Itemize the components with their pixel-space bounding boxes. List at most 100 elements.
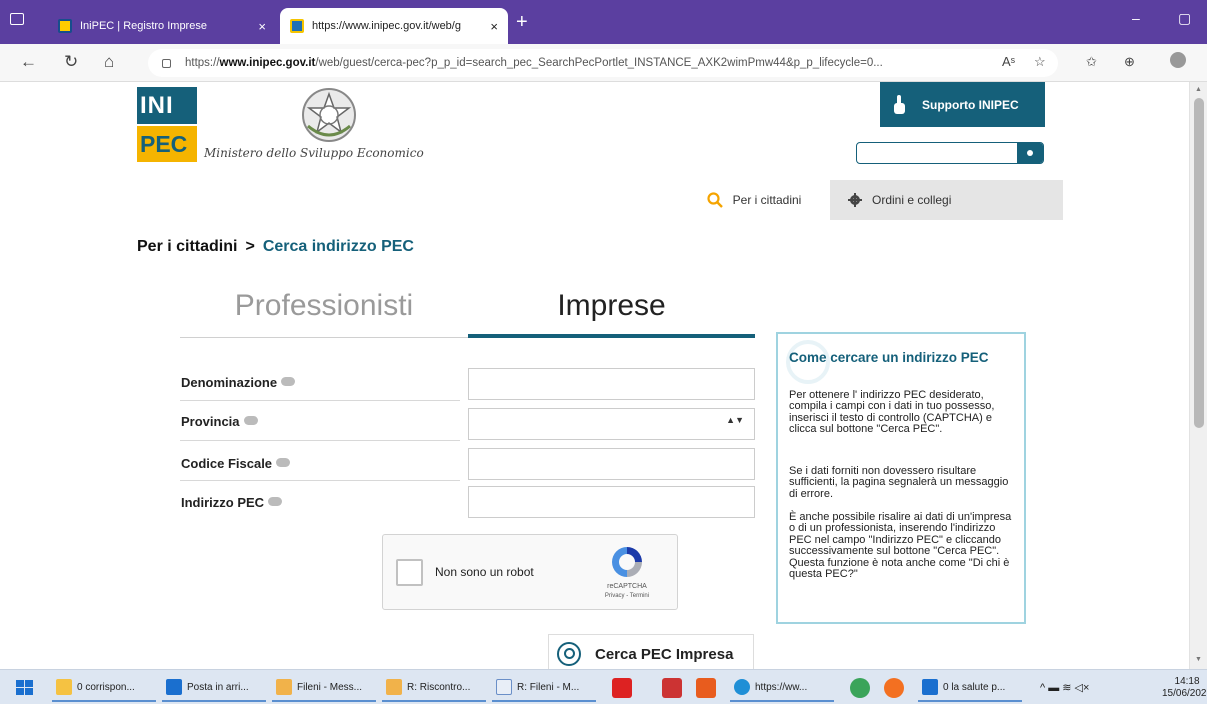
support-label: Supporto INIPEC [922, 97, 1019, 112]
windows-start-icon[interactable] [16, 680, 34, 696]
breadcrumb-parent[interactable]: Per i cittadini [137, 238, 237, 255]
cerca-pec-impresa-button[interactable]: Cerca PEC Impresa [548, 634, 754, 669]
taskbar-item-outlook[interactable]: Posta in arri... [162, 674, 266, 702]
help-box: Come cercare un indirizzo PEC Per ottene… [776, 332, 1026, 624]
restore-button[interactable]: ▢ [1178, 10, 1191, 27]
page-content: INI PEC Ministero dello Sviluppo Economi… [0, 82, 1207, 669]
tab-inipec-registro[interactable]: IniPEC | Registro Imprese × [48, 8, 276, 44]
mail-icon [276, 679, 292, 695]
search-icon [557, 642, 581, 666]
site-search-input[interactable] [856, 142, 1044, 164]
codice-fiscale-label: Codice Fiscale [181, 456, 291, 471]
mail-reply-icon [496, 679, 512, 695]
outlook-icon [166, 679, 182, 695]
divider [180, 400, 460, 401]
gear-icon [848, 193, 862, 207]
search-icon [707, 192, 723, 208]
help-paragraph-2: Se i dati forniti non dovessero risultar… [789, 465, 1009, 500]
taskbar-item-explorer[interactable]: 0 corrispon... [52, 674, 156, 702]
tab-imprese[interactable]: Imprese [468, 282, 755, 338]
logo-ini[interactable]: INI [137, 87, 197, 124]
url-path: /web/guest/cerca-pec?p_p_id=search_pec_S… [315, 57, 883, 69]
scroll-up-icon[interactable]: ▲ [1195, 86, 1202, 93]
outlook-icon [922, 679, 938, 695]
help-title: Come cercare un indirizzo PEC [789, 350, 989, 365]
minimize-button[interactable]: – [1132, 10, 1140, 26]
app-icon[interactable] [696, 678, 716, 698]
menu-item-orders[interactable]: Ordini e collegi [830, 180, 1063, 220]
taskbar-item-mail-3[interactable]: R: Fileni - M... [492, 674, 596, 702]
taskbar-item-mail-1[interactable]: Fileni - Mess... [272, 674, 376, 702]
reload-icon[interactable]: ↻ [64, 52, 78, 72]
app-icon[interactable] [612, 678, 632, 698]
help-paragraph-3: È anche possibile risalire ai dati di un… [789, 511, 1012, 581]
url-prefix: https:// [185, 57, 220, 69]
chrome-icon[interactable] [850, 678, 870, 698]
site-search-button[interactable] [1017, 143, 1043, 163]
favorites-icon[interactable]: ✩ [1086, 54, 1097, 70]
home-icon[interactable]: ⌂ [104, 52, 114, 72]
new-tab-button[interactable]: + [516, 12, 528, 32]
profile-avatar[interactable] [1170, 52, 1186, 68]
clock-date: 15/06/2022 [1162, 688, 1207, 699]
add-favorite-icon[interactable]: ☆ [1034, 54, 1046, 70]
indirizzo-pec-input[interactable] [468, 486, 755, 518]
site-favicon-icon [290, 19, 304, 33]
browser-toolbar: ← ↻ ⌂ https://www.inipec.gov.it/web/gues… [0, 44, 1207, 82]
denominazione-input[interactable] [468, 368, 755, 400]
tab-professionisti[interactable]: Professionisti [180, 282, 468, 338]
taskbar: 0 corrispon... Posta in arri... Fileni -… [0, 669, 1207, 704]
italian-emblem-icon [302, 88, 356, 142]
ministry-name: Ministero dello Sviluppo Economico [204, 146, 424, 160]
page-scrollbar[interactable]: ▲ ▼ [1189, 82, 1207, 669]
info-icon[interactable] [268, 497, 283, 506]
read-aloud-icon[interactable]: Aˢ [1002, 54, 1015, 69]
back-icon[interactable]: ← [20, 52, 37, 72]
info-icon[interactable] [281, 377, 296, 386]
tab-close-icon[interactable]: × [490, 19, 498, 34]
menu-item-citizens[interactable]: Per i cittadini [678, 180, 830, 220]
clock-time: 14:18 [1174, 676, 1200, 687]
provincia-label: Provincia [181, 414, 258, 429]
scrollbar-thumb[interactable] [1194, 98, 1204, 428]
logo-pec[interactable]: PEC [137, 126, 197, 162]
firefox-icon[interactable] [884, 678, 904, 698]
tab-title: IniPEC | Registro Imprese [80, 20, 207, 32]
recaptcha-label: Non sono un robot [435, 565, 534, 579]
app-icon[interactable] [662, 678, 682, 698]
tab-inipec-active[interactable]: https://www.inipec.gov.it/web/g × [280, 8, 508, 44]
clock[interactable]: 14:18 15/06/2022 [1162, 676, 1207, 700]
collections-icon[interactable]: ⊕ [1124, 54, 1135, 70]
system-tray-icons[interactable]: ^ ▬ ≋ ◁× [1040, 681, 1089, 694]
taskbar-item-edge[interactable]: https://ww... [730, 674, 834, 702]
tab-title: https://www.inipec.gov.it/web/g [312, 20, 461, 32]
breadcrumb: Per i cittadini > Cerca indirizzo PEC [137, 238, 414, 256]
title-bar: IniPEC | Registro Imprese × https://www.… [0, 0, 1207, 44]
menu-citizens-label: Per i cittadini [732, 193, 802, 207]
mail-icon [386, 679, 402, 695]
info-icon[interactable] [243, 416, 258, 425]
support-button[interactable]: Supporto INIPEC [880, 82, 1045, 127]
tab-actions-icon[interactable] [10, 13, 24, 25]
recaptcha-checkbox[interactable] [396, 559, 423, 586]
recaptcha-brand: reCAPTCHA [607, 583, 647, 590]
help-paragraph-1: Per ottenere l' indirizzo PEC desiderato… [789, 389, 995, 436]
denominazione-label: Denominazione [181, 375, 296, 390]
taskbar-item-outlook-2[interactable]: 0 la salute p... [918, 674, 1022, 702]
codice-fiscale-input[interactable] [468, 448, 755, 480]
recaptcha-logo-icon [612, 547, 642, 577]
provincia-select[interactable]: ▲▼ [468, 408, 755, 440]
lock-icon[interactable] [162, 58, 171, 68]
recaptcha-links[interactable]: Privacy - Termini [593, 593, 661, 599]
scroll-down-icon[interactable]: ▼ [1195, 656, 1202, 663]
divider [180, 480, 460, 481]
taskbar-item-mail-2[interactable]: R: Riscontro... [382, 674, 486, 702]
breadcrumb-separator: > [245, 238, 255, 255]
browser-window: IniPEC | Registro Imprese × https://www.… [0, 0, 1207, 704]
address-bar[interactable]: https://www.inipec.gov.it/web/guest/cerc… [148, 49, 1058, 77]
tab-close-icon[interactable]: × [258, 19, 266, 34]
folder-icon [56, 679, 72, 695]
indirizzo-pec-label: Indirizzo PEC [181, 495, 283, 510]
menu-orders-label: Ordini e collegi [872, 193, 952, 207]
info-icon[interactable] [276, 458, 291, 467]
